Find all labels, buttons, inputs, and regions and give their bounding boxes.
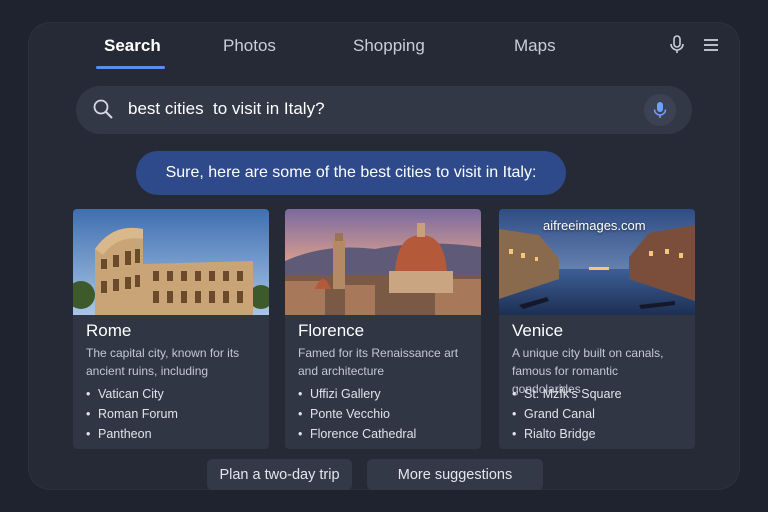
microphone-icon[interactable] <box>666 34 688 56</box>
more-suggestions-button[interactable]: More suggestions <box>367 459 543 490</box>
card-list: Vatican City Roman Forum Pantheon <box>86 384 178 444</box>
city-card-florence[interactable]: Florence Famed for its Renaissance art a… <box>285 209 481 449</box>
list-item: Pantheon <box>86 424 178 444</box>
search-bar[interactable]: best cities to visit in Italy? <box>76 86 692 134</box>
list-item: Uffizi Gallery <box>298 384 416 404</box>
search-icon[interactable] <box>92 98 114 120</box>
active-tab-indicator <box>96 66 165 69</box>
plan-two-day-trip-button[interactable]: Plan a two-day trip <box>207 459 352 490</box>
list-item: Florence Cathedral <box>298 424 416 444</box>
list-item: Vatican City <box>86 384 178 404</box>
card-list: St. Mźİ́k's Square Grand Canal Rialto B… <box>512 384 622 444</box>
tab-search[interactable]: Search <box>104 36 161 56</box>
card-title: Venice <box>512 321 564 340</box>
tab-photos[interactable]: Photos <box>223 36 276 56</box>
city-card-rome[interactable]: Rome The capital city, known for its anc… <box>73 209 269 449</box>
venice-canal-photo: aifreeimages.com <box>499 209 695 315</box>
assistant-panel: Search Photos Shopping Maps best cities … <box>28 22 740 490</box>
watermark-text: aifreeimages.com <box>543 218 646 233</box>
menu-icon[interactable] <box>700 34 722 56</box>
voice-search-button[interactable] <box>644 94 676 126</box>
tab-maps[interactable]: Maps <box>514 36 556 56</box>
search-input[interactable]: best cities to visit in Italy? <box>128 99 325 119</box>
city-card-venice[interactable]: aifreeimages.com Venice A unique city bu… <box>499 209 695 449</box>
answer-text: Sure, here are some of the best cities t… <box>165 164 537 181</box>
florence-duomo-photo <box>285 209 481 315</box>
card-description: Famed for its Renaissance art and archit… <box>298 346 459 378</box>
card-list: Uffizi Gallery Ponte Vecchio Florence Ca… <box>298 384 416 444</box>
assistant-answer-bubble: Sure, here are some of the best cities t… <box>136 151 566 195</box>
list-item: St. Mźİ́k's Square <box>512 384 622 404</box>
card-description: The capital city, known for its ancient … <box>86 346 240 378</box>
tab-shopping[interactable]: Shopping <box>353 36 425 56</box>
list-item: Grand Canal <box>512 404 622 424</box>
microphone-icon <box>653 102 667 118</box>
list-item: Roman Forum <box>86 404 178 424</box>
colosseum-photo <box>73 209 269 315</box>
list-item: Ponte Vecchio <box>298 404 416 424</box>
card-title: Rome <box>86 321 132 340</box>
tab-bar: Search Photos Shopping Maps <box>28 22 740 84</box>
card-title: Florence <box>298 321 365 340</box>
list-item: Rialto Bridge <box>512 424 622 444</box>
